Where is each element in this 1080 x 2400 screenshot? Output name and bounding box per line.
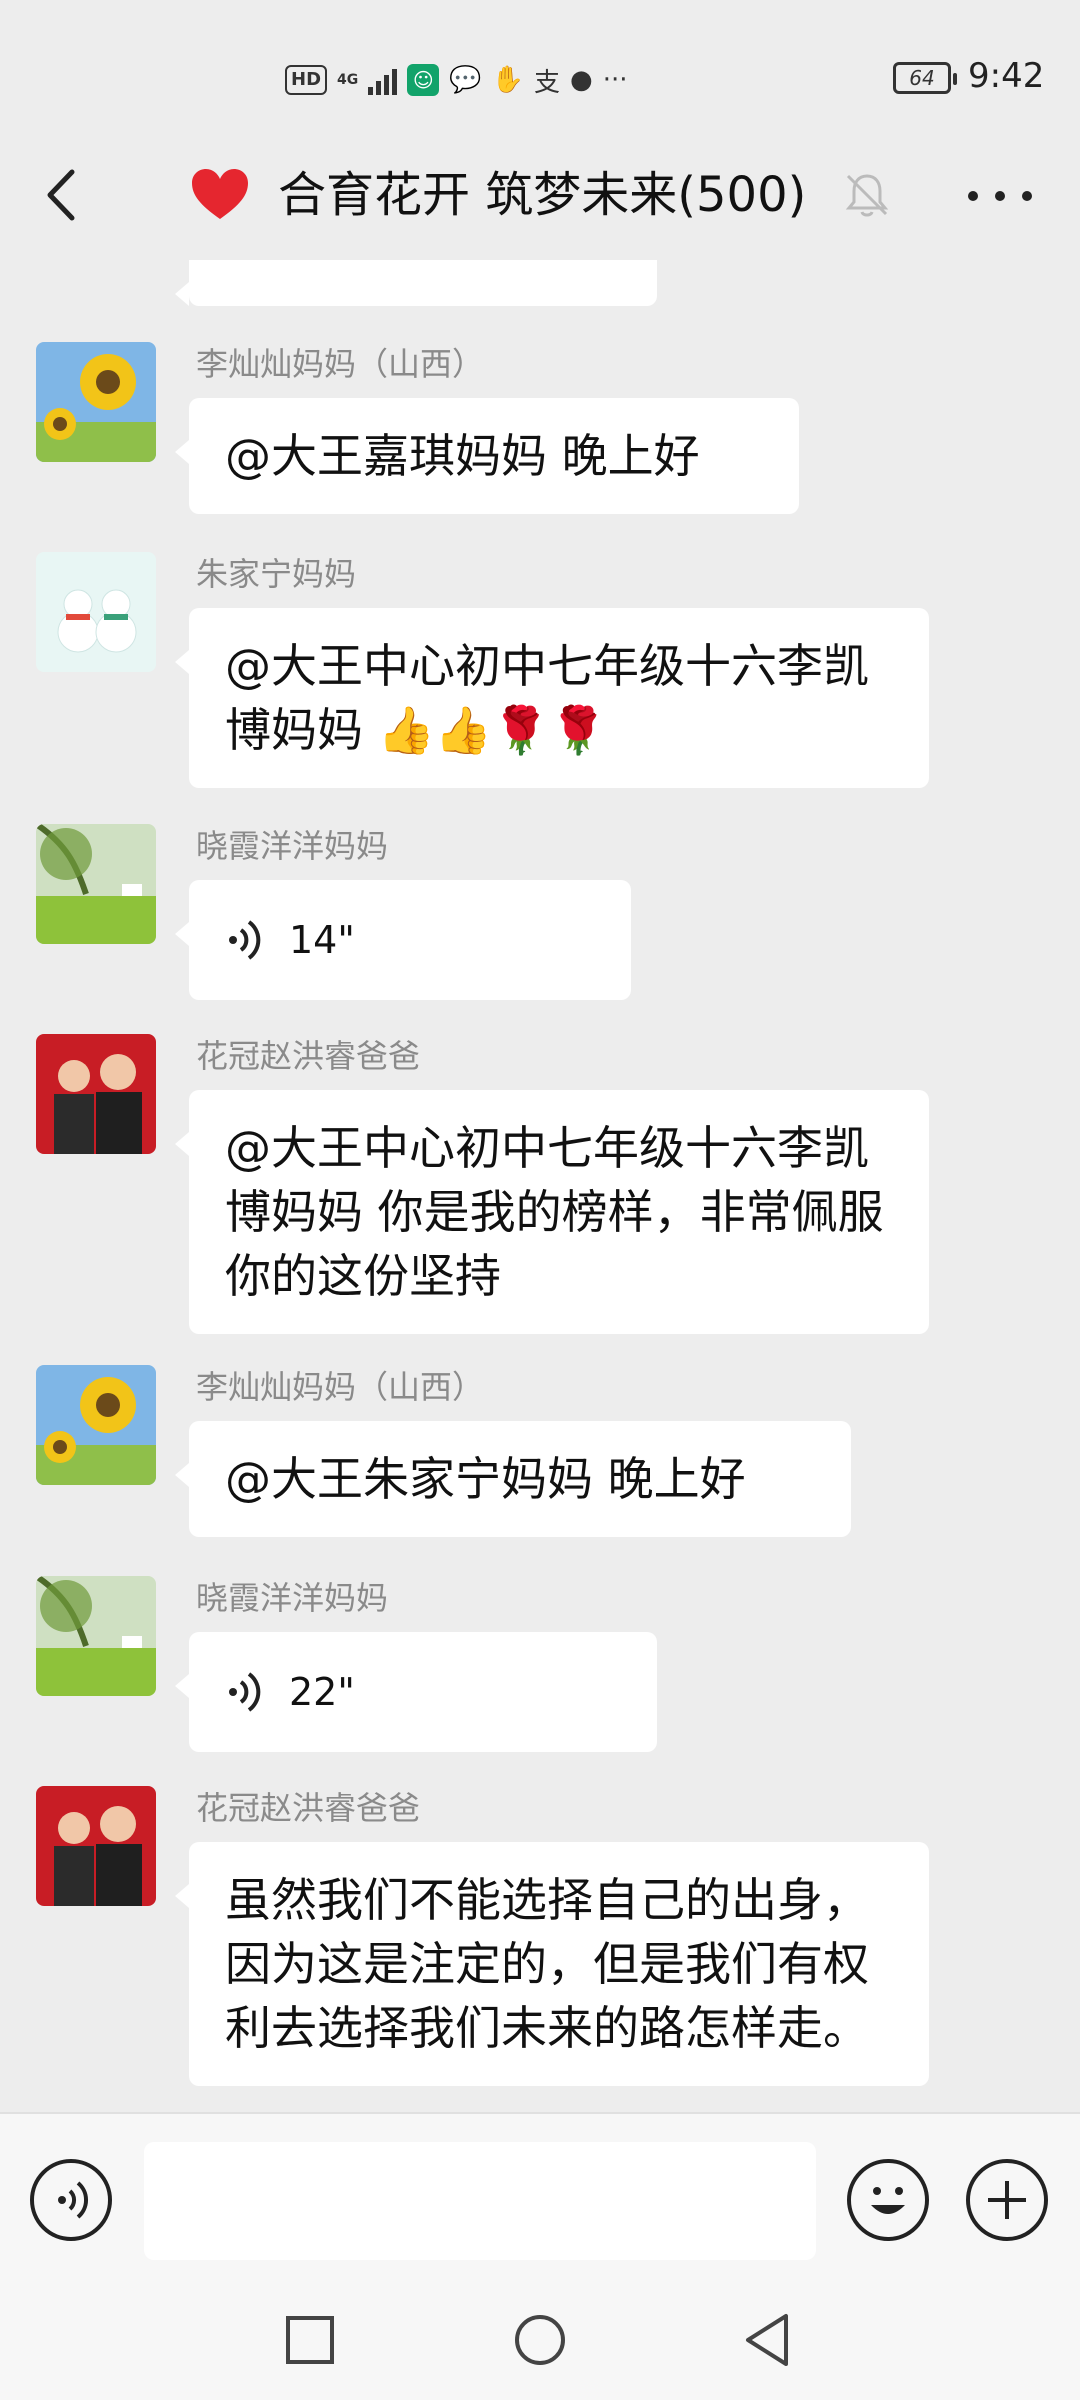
message-text: @大王朱家宁妈妈 晚上好 [225,1452,746,1506]
more-button[interactable] [960,166,1040,226]
hand-icon: ✋ [491,65,524,95]
voice-duration: 14" [289,918,355,962]
voice-duration: 22" [289,1670,355,1714]
message-bubble[interactable]: 虽然我们不能选择自己的出身，因为这是注定的，但是我们有权利去选择我们未来的路怎样… [175,1842,929,2086]
message-text: @大王嘉琪妈妈 晚上好 [225,429,700,483]
voice-wave-icon [229,920,261,960]
back-button[interactable] [30,160,100,230]
sender-name: 晓霞洋洋妈妈 [196,1579,389,1617]
emoji-button[interactable] [847,2159,929,2241]
avatar[interactable] [36,1576,156,1696]
meadow-avatar [36,1576,156,1696]
bell-muted-icon [845,174,889,217]
voice-toggle-button[interactable] [30,2159,112,2241]
avatar[interactable] [36,552,156,672]
more-notifications-icon: ··· [602,65,628,95]
battery-icon: 64 [893,62,957,94]
ball-icon: ● [570,65,593,95]
voice-wave-icon [229,1672,261,1712]
snowman-avatar [36,552,156,672]
message-bubble[interactable]: @大王嘉琪妈妈 晚上好 [175,398,799,514]
signal-icon [368,65,398,95]
family-avatar [36,1786,156,1906]
avatar[interactable] [36,824,156,944]
plus-icon [988,2181,1026,2219]
back-arrow-icon [47,169,75,221]
message-bubble[interactable]: @大王中心初中七年级十六李凯博妈妈 你是我的榜样，非常佩服你的这份坚持 [175,1090,929,1334]
message-text: @大王中心初中七年级十六李凯博妈妈 👍👍🌹🌹 [225,639,869,757]
sunflower-avatar [36,1365,156,1485]
avatar[interactable] [36,1365,156,1485]
app-notification-icon: ☺ [407,64,440,96]
message-bubble[interactable]: @大王朱家宁妈妈 晚上好 [175,1421,851,1537]
system-nav-bar [0,2282,1080,2400]
home-button[interactable] [510,2310,570,2370]
family-avatar [36,1034,156,1154]
hd-icon: HD [285,65,328,95]
message-input[interactable] [144,2142,816,2260]
sender-name: 花冠赵洪睿爸爸 [196,1037,421,1075]
emoji-icon [871,2187,905,2214]
red-heart-icon [192,169,248,219]
avatar[interactable] [36,1034,156,1154]
avatar[interactable] [36,342,156,462]
avatar[interactable] [36,1786,156,1906]
chat-bubble-icon: 💬 [449,65,482,95]
plus-button[interactable] [966,2159,1048,2241]
message-text: @大王中心初中七年级十六李凯博妈妈 你是我的榜样，非常佩服你的这份坚持 [225,1121,884,1303]
voice-message-bubble[interactable]: 14" [175,880,631,1000]
sunflower-avatar [36,342,156,462]
voice-icon [58,2181,89,2219]
meadow-avatar [36,824,156,944]
sender-name: 李灿灿妈妈（山西） [196,1368,485,1406]
clock: 9:42 [968,56,1045,96]
message-text: 虽然我们不能选择自己的出身，因为这是注定的，但是我们有权利去选择我们未来的路怎样… [225,1873,869,2055]
status-icons: HD 4G ☺ 💬 ✋ 支 ● ··· [285,58,628,102]
voice-message-bubble[interactable]: 22" [175,1632,657,1752]
alipay-icon: 支 [534,67,561,98]
status-bar: HD 4G ☺ 💬 ✋ 支 ● ··· 64 9:42 [0,0,1080,130]
message-list[interactable]: 李灿灿妈妈（山西） @大王嘉琪妈妈 晚上好 朱家宁妈妈 @大王中心初中七年级十六… [0,260,1080,2110]
sender-name: 李灿灿妈妈（山西） [196,345,485,383]
more-dots-icon [968,191,978,201]
message-bubble[interactable]: @大王中心初中七年级十六李凯博妈妈 👍👍🌹🌹 [175,608,929,788]
input-bar [0,2112,1080,2282]
system-back-button[interactable] [740,2310,800,2370]
sender-name: 晓霞洋洋妈妈 [196,827,389,865]
partial-message-bubble[interactable] [175,260,657,306]
chat-header: 合育花开 筑梦未来(500) [0,130,1080,260]
network-type-icon: 4G [337,72,359,88]
sender-name: 朱家宁妈妈 [196,555,357,593]
recent-apps-button[interactable] [280,2310,340,2370]
chat-title: 合育花开 筑梦未来(500) [278,167,807,223]
sender-name: 花冠赵洪睿爸爸 [196,1789,421,1827]
